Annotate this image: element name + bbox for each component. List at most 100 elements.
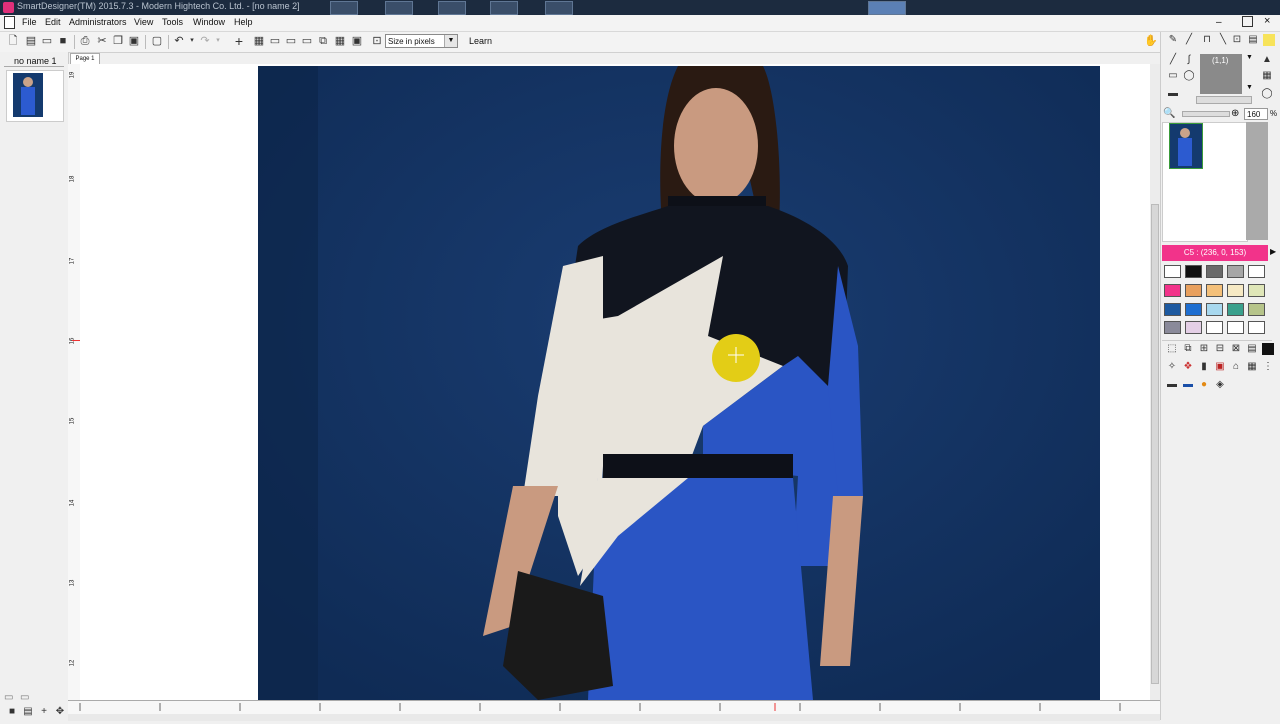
resize-icon[interactable]: ⊡ — [370, 34, 384, 48]
canvas-photo[interactable] — [258, 66, 1100, 700]
swatch[interactable] — [1185, 284, 1202, 297]
ruler-tool-icon[interactable]: ⊓ — [1201, 34, 1213, 46]
transform-icon[interactable]: ⊞ — [1198, 343, 1210, 355]
swatch[interactable] — [1164, 321, 1181, 334]
paint-icon[interactable]: ❖ — [1182, 361, 1194, 373]
grid-slider[interactable] — [1196, 96, 1252, 104]
grid-dropdown-icon[interactable]: ▼ — [1246, 84, 1253, 91]
align-icon[interactable]: ⊟ — [1214, 343, 1226, 355]
navigator-viewport[interactable] — [1169, 123, 1203, 169]
fill-tool-icon[interactable]: ▬ — [1167, 88, 1179, 100]
cut-icon[interactable]: ✂ — [95, 34, 109, 48]
move-icon[interactable]: ✥ — [54, 706, 66, 718]
navigator-scrollbar[interactable] — [1246, 122, 1268, 240]
scroll-up-icon[interactable]: ▲ — [1261, 54, 1273, 66]
pen-icon[interactable]: ✎ — [1167, 34, 1179, 46]
layout-icon-2[interactable]: ▭ — [284, 34, 298, 48]
swatch[interactable] — [1164, 265, 1181, 278]
swatch[interactable] — [1206, 284, 1223, 297]
chevron-right-icon[interactable]: ▶ — [1270, 247, 1276, 256]
arrange-icon[interactable]: ▤ — [1246, 343, 1258, 355]
menu-window[interactable]: Window — [193, 17, 225, 27]
menu-view[interactable]: View — [134, 17, 153, 27]
fill-black-icon[interactable] — [1262, 343, 1274, 355]
menu-file[interactable]: File — [22, 17, 37, 27]
close-icon[interactable]: × — [1264, 15, 1270, 27]
scrollbar-thumb[interactable] — [1151, 204, 1159, 684]
ellipse-tool-icon[interactable]: ◯ — [1183, 70, 1195, 82]
swatch[interactable] — [1164, 284, 1181, 297]
curve-tool-icon[interactable]: ∫ — [1183, 54, 1195, 66]
brush-icon[interactable]: ╱ — [1183, 34, 1195, 46]
maximize-icon[interactable] — [1242, 16, 1253, 27]
document-tab[interactable]: no name 1 — [14, 56, 57, 66]
table-grid-icon[interactable]: ▦ — [1246, 361, 1258, 373]
table-icon[interactable]: ▦ — [333, 34, 347, 48]
save-icon[interactable]: ■ — [56, 34, 70, 48]
add-icon[interactable]: + — [38, 706, 50, 718]
layers-icon[interactable]: ▤ — [1247, 34, 1259, 46]
notes-icon[interactable] — [1263, 34, 1275, 46]
page-thumbnail-frame[interactable] — [6, 70, 64, 122]
shield-icon[interactable]: ◈ — [1214, 379, 1226, 391]
undo-icon[interactable]: ↶ — [172, 34, 186, 48]
crosshair-icon[interactable]: + — [232, 34, 246, 48]
menu-administrators[interactable]: Administrators — [69, 17, 127, 27]
swatch[interactable] — [1248, 265, 1265, 278]
grid-icon[interactable]: ▦ — [252, 34, 266, 48]
swatch[interactable] — [1206, 303, 1223, 316]
pattern-tool-icon[interactable]: ▣ — [1214, 361, 1226, 373]
layout-icon-1[interactable]: ▭ — [268, 34, 282, 48]
swatch[interactable] — [1227, 284, 1244, 297]
page-add-icon[interactable]: ▭ — [4, 692, 13, 703]
layout-icon-3[interactable]: ▭ — [300, 34, 314, 48]
menu-tools[interactable]: Tools — [162, 17, 183, 27]
print-icon[interactable]: ⎙ — [78, 34, 92, 48]
new-file-icon[interactable]: 🗋 — [6, 34, 20, 48]
copy-icon[interactable]: ❐ — [111, 34, 125, 48]
bucket-icon[interactable]: ⊡ — [1231, 34, 1243, 46]
grid-dropdown-icon[interactable]: ▼ — [1246, 54, 1253, 61]
redo-icon[interactable]: ↷ — [198, 34, 212, 48]
swatch[interactable] — [1248, 284, 1265, 297]
swatch[interactable] — [1227, 321, 1244, 334]
tshirt-icon[interactable]: ● — [1198, 379, 1210, 391]
swatch[interactable] — [1164, 303, 1181, 316]
paste-icon[interactable]: ▣ — [127, 34, 141, 48]
swatch[interactable] — [1206, 321, 1223, 334]
menu-help[interactable]: Help — [234, 17, 253, 27]
zoom-input[interactable]: 160 — [1244, 108, 1268, 120]
page-copy-icon[interactable]: ▭ — [20, 692, 29, 703]
layer-stack-icon[interactable]: ▬ — [1182, 379, 1194, 391]
line-tool-icon[interactable]: ╱ — [1167, 54, 1179, 66]
minimize-icon[interactable]: – — [1216, 17, 1222, 28]
swatch[interactable] — [1248, 303, 1265, 316]
circle-option-icon[interactable]: ◯ — [1261, 88, 1273, 100]
swatch[interactable] — [1185, 303, 1202, 316]
grid-preview[interactable]: (1,1) — [1200, 54, 1242, 94]
undo-dropdown-icon[interactable]: ▾ — [185, 34, 199, 48]
zoom-in-icon[interactable]: ⊕ — [1231, 108, 1239, 119]
size-unit-select[interactable]: Size in pixels ▼ — [385, 34, 458, 48]
distribute-icon[interactable]: ⊠ — [1230, 343, 1242, 355]
zoom-slider[interactable] — [1182, 111, 1230, 117]
group-icon[interactable]: ⧉ — [1182, 343, 1194, 355]
swatch[interactable] — [1227, 265, 1244, 278]
pattern-icon[interactable]: ▦ — [1261, 70, 1273, 82]
new-template-icon[interactable]: ▤ — [24, 34, 38, 48]
save-small-icon[interactable]: ■ — [6, 706, 18, 718]
block-icon[interactable]: ▮ — [1198, 361, 1210, 373]
swatch[interactable] — [1185, 321, 1202, 334]
screen-icon[interactable]: ▢ — [150, 34, 164, 48]
hand-tool-icon[interactable]: ✋ — [1144, 34, 1158, 48]
dots-icon[interactable]: ⋮ — [1262, 361, 1274, 373]
open-folder-icon[interactable]: ▭ — [40, 34, 54, 48]
zoom-out-icon[interactable]: 🔍 — [1163, 108, 1175, 119]
keyboard-icon[interactable]: ▬ — [1166, 379, 1178, 391]
vertical-scrollbar[interactable] — [1150, 64, 1160, 700]
learn-button[interactable]: Learn — [469, 36, 492, 46]
page-small-icon[interactable]: ▤ — [22, 706, 34, 718]
navigator-panel[interactable] — [1162, 122, 1248, 242]
menu-edit[interactable]: Edit — [45, 17, 61, 27]
image-icon[interactable]: ▣ — [350, 34, 364, 48]
